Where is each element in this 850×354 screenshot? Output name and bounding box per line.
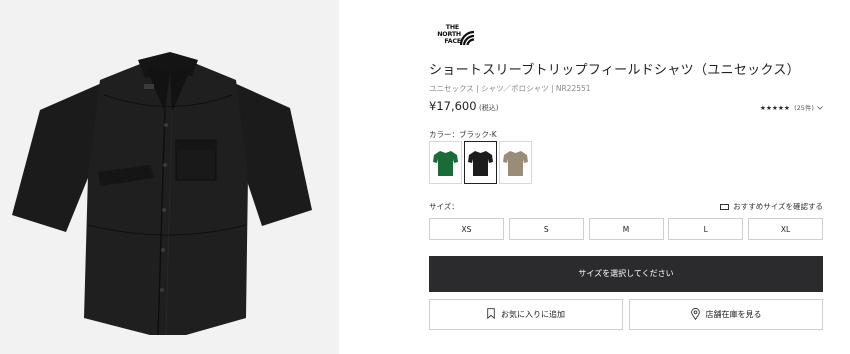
store-stock-button[interactable]: 店舗在庫を見る <box>629 299 823 330</box>
size-guide-link[interactable]: おすすめサイズを確認する <box>720 201 823 212</box>
ruler-icon <box>720 204 730 210</box>
rating[interactable]: ★★★★★ (25件) <box>760 102 823 112</box>
rating-stars: ★★★★★ <box>759 104 791 112</box>
shirt-thumbnail-green-icon <box>433 151 458 176</box>
chevron-down-icon <box>817 106 823 110</box>
location-pin-icon <box>690 307 700 320</box>
size-guide-label: おすすめサイズを確認する <box>733 202 823 211</box>
bookmark-icon <box>487 308 495 319</box>
brand-logo-text-north: NORTH <box>437 31 461 38</box>
shirt-illustration <box>12 52 312 336</box>
color-swatch-black[interactable] <box>464 141 497 184</box>
brand-logo-text-face: FACE <box>444 38 461 45</box>
size-button-s[interactable]: S <box>508 218 584 240</box>
color-label: カラー：ブラック-K <box>429 130 497 139</box>
size-button-xl[interactable]: XL <box>748 218 823 240</box>
store-stock-label: 店舗在庫を見る <box>705 310 762 319</box>
size-options: XS S M L XL <box>429 218 823 241</box>
favorites-label: お気に入りに追加 <box>501 310 565 319</box>
size-button-l[interactable]: L <box>668 218 744 240</box>
brand-logo-arcs-icon <box>460 30 475 46</box>
add-to-cart-button[interactable]: サイズを選択してください <box>429 256 823 292</box>
breadcrumb[interactable]: ユニセックス | シャツ／ポロシャツ | NR22551 <box>429 83 591 94</box>
size-label: サイズ： <box>429 202 459 211</box>
review-count: (25件) <box>794 104 814 112</box>
add-to-favorites-button[interactable]: お気に入りに追加 <box>429 299 623 330</box>
brand-logo[interactable]: THE NORTH FACE <box>429 24 475 50</box>
product-title: ショートスリーブトリップフィールドシャツ（ユニセックス） <box>429 63 800 78</box>
brand-logo-text-the: THE <box>445 24 459 31</box>
size-button-m[interactable]: M <box>588 218 664 240</box>
tax-note: (税込) <box>479 104 499 112</box>
shirt-thumbnail-black-icon <box>468 151 493 176</box>
color-swatch-green[interactable] <box>429 141 462 184</box>
secondary-actions: お気に入りに追加 店舗在庫を見る <box>429 299 823 330</box>
product-image[interactable] <box>0 0 339 354</box>
price: ¥17,600 <box>429 99 477 113</box>
color-swatch-taupe[interactable] <box>499 141 532 184</box>
size-button-xs[interactable]: XS <box>429 218 504 240</box>
shirt-thumbnail-taupe-icon <box>503 151 528 176</box>
price-row: ¥17,600 (税込) ★★★★★ (25件) <box>429 99 823 115</box>
